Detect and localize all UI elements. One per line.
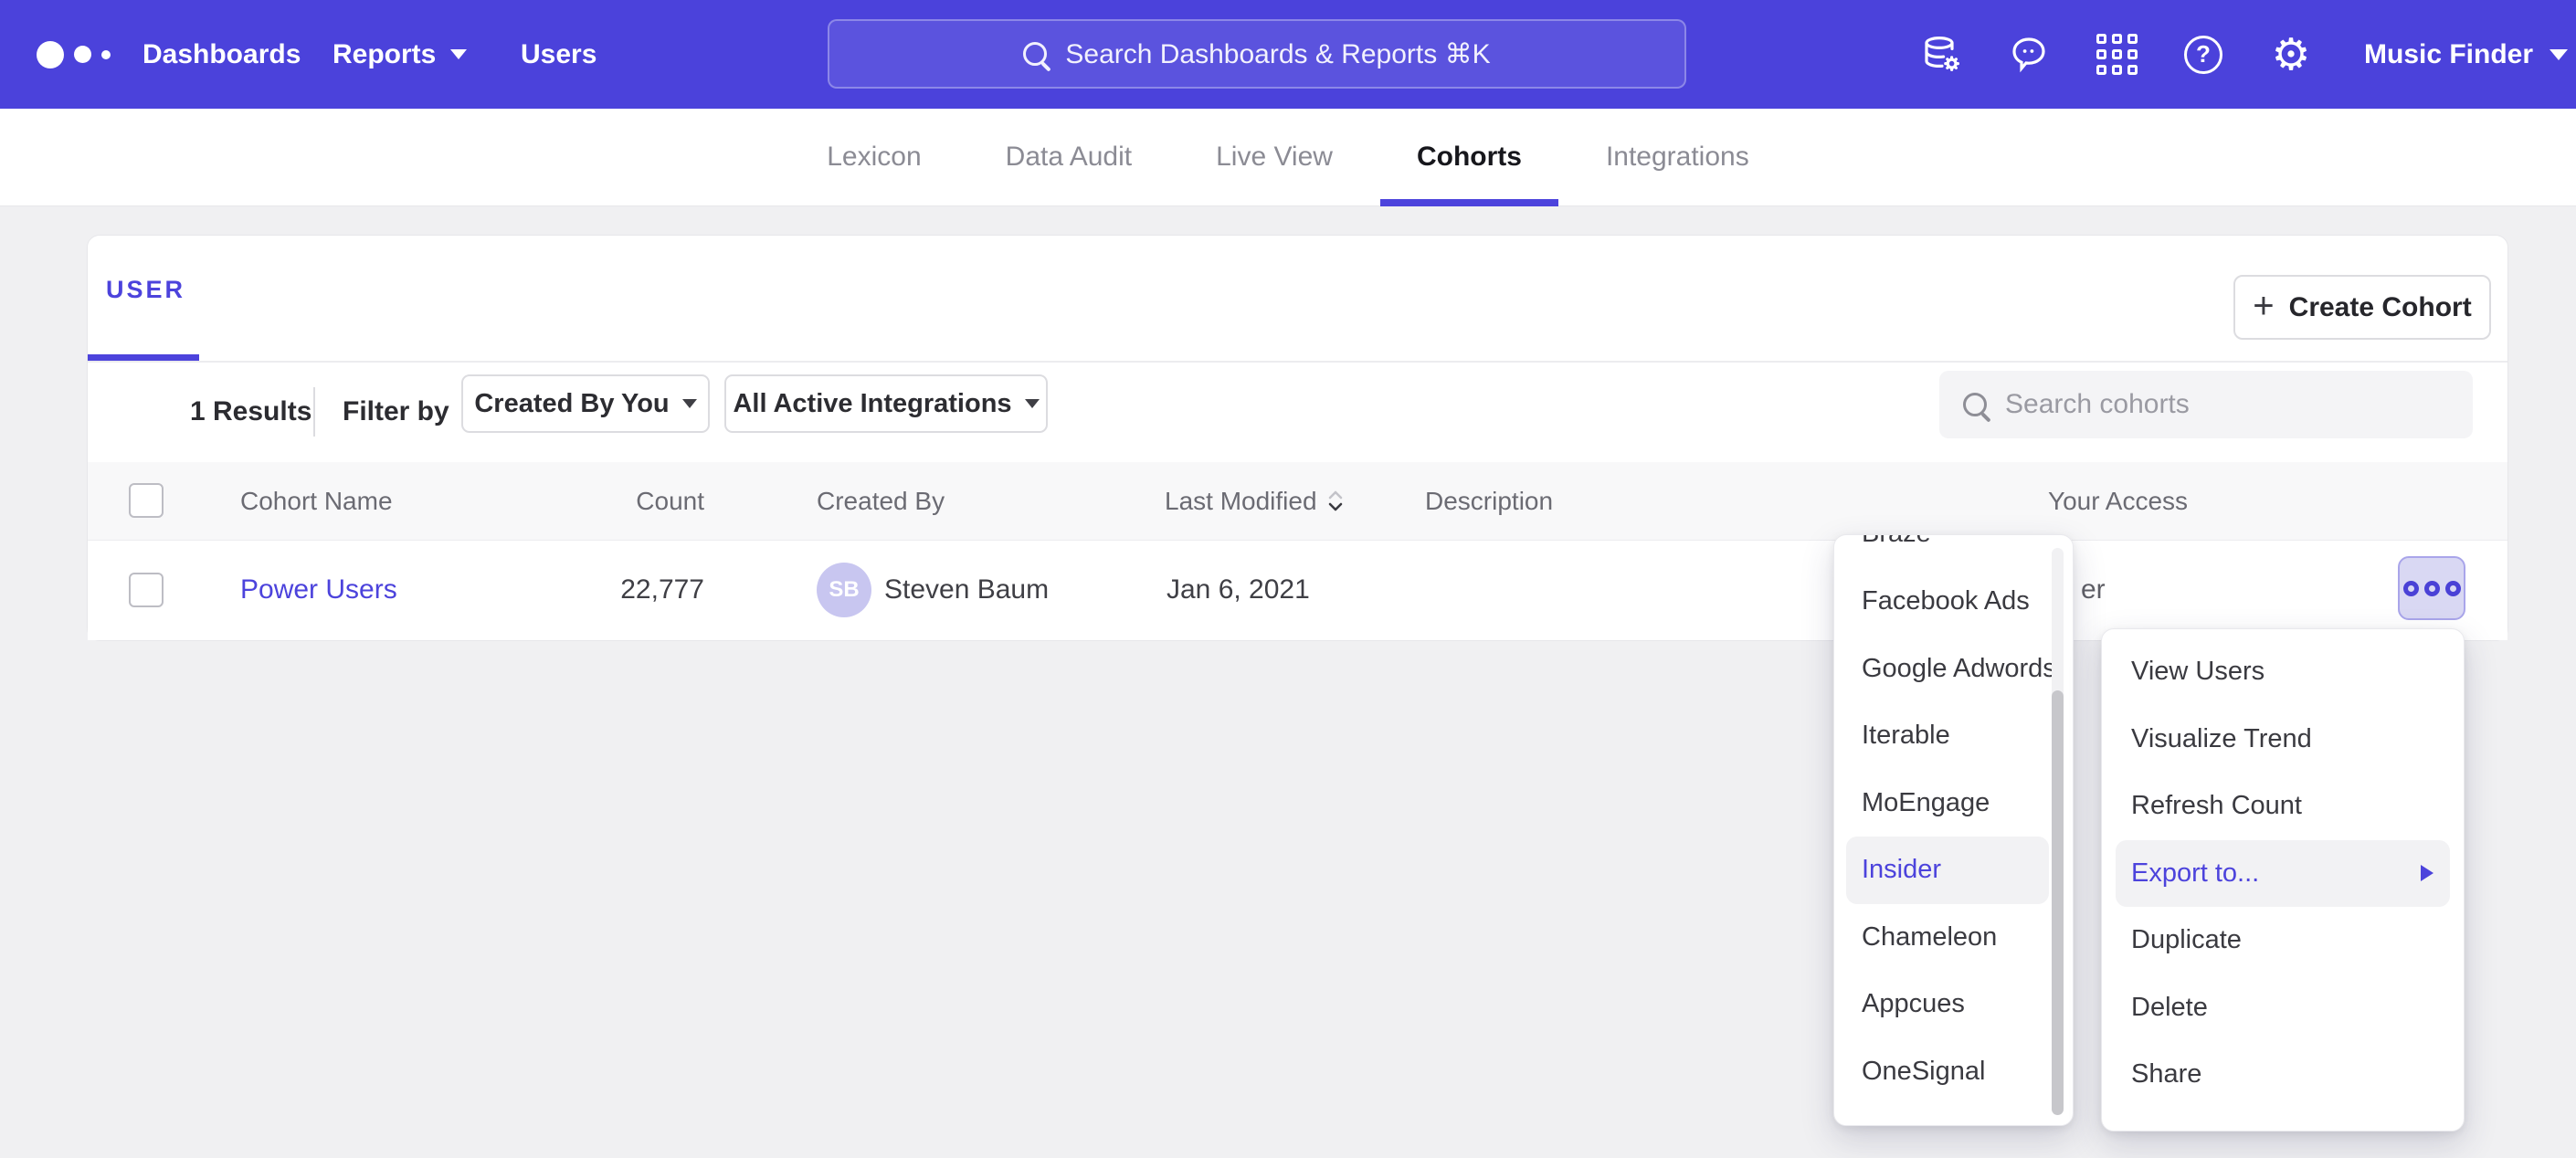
nav-link-dashboards[interactable]: Dashboards bbox=[143, 0, 301, 109]
your-access-value-clipped: er bbox=[2081, 540, 2106, 640]
col-header-count: Count bbox=[544, 462, 704, 540]
menu-item-view-users[interactable]: View Users bbox=[2102, 638, 2464, 706]
cohort-name-link[interactable]: Power Users bbox=[240, 540, 397, 640]
menu-item-duplicate[interactable]: Duplicate bbox=[2102, 907, 2464, 974]
integrations-filter-dropdown[interactable]: All Active Integrations bbox=[724, 374, 1048, 433]
settings-gear-icon[interactable]: ⚙ bbox=[2267, 0, 2315, 109]
export-destinations-menu: Braze Facebook Ads Google Adwords Iterab… bbox=[1833, 534, 2074, 1126]
data-management-icon[interactable] bbox=[1917, 0, 1965, 109]
select-all-checkbox[interactable] bbox=[129, 483, 164, 518]
tab-data-audit[interactable]: Data Audit bbox=[1006, 109, 1132, 206]
submenu-arrow-icon bbox=[2421, 865, 2433, 881]
menu-item-braze-clipped[interactable]: Braze bbox=[1834, 535, 2051, 555]
more-actions-button[interactable] bbox=[2398, 556, 2465, 620]
menu-item-visualize-trend[interactable]: Visualize Trend bbox=[2102, 706, 2464, 774]
cohort-search-input[interactable] bbox=[2005, 389, 2444, 420]
tab-live-view[interactable]: Live View bbox=[1216, 109, 1333, 206]
tab-integrations[interactable]: Integrations bbox=[1606, 109, 1749, 206]
nav-link-label: Reports bbox=[333, 39, 436, 70]
menu-item-refresh-count[interactable]: Refresh Count bbox=[2102, 773, 2464, 840]
nav-link-reports[interactable]: Reports bbox=[333, 0, 467, 109]
menu-scrollbar-thumb[interactable] bbox=[2052, 690, 2064, 1115]
menu-item-appcues[interactable]: Appcues bbox=[1834, 971, 2073, 1038]
menu-item-moengage[interactable]: MoEngage bbox=[1834, 770, 2073, 837]
row-actions-menu: View Users Visualize Trend Refresh Count… bbox=[2101, 628, 2465, 1132]
nav-link-users[interactable]: Users bbox=[521, 0, 596, 109]
row-checkbox[interactable] bbox=[129, 573, 164, 607]
section-tabbar: Lexicon Data Audit Live View Cohorts Int… bbox=[0, 109, 2576, 206]
sort-icon bbox=[1326, 488, 1345, 515]
creator-name: Steven Baum bbox=[884, 540, 1049, 640]
filter-by-label: Filter by bbox=[343, 382, 449, 442]
apps-grid-icon[interactable] bbox=[2093, 0, 2140, 109]
global-search-input[interactable]: Search Dashboards & Reports ⌘K bbox=[828, 19, 1686, 89]
menu-item-chameleon[interactable]: Chameleon bbox=[1834, 904, 2073, 972]
chevron-down-icon bbox=[682, 399, 697, 408]
more-actions-icon bbox=[2403, 581, 2419, 596]
col-header-your-access: Your Access bbox=[2048, 462, 2188, 540]
divider bbox=[88, 361, 2507, 363]
help-icon[interactable]: ? bbox=[2180, 0, 2227, 109]
tab-user-cohorts[interactable]: USER bbox=[106, 276, 185, 304]
cohorts-card: USER + Create Cohort 1 Results Filter by… bbox=[87, 235, 2508, 641]
menu-item-facebook-ads[interactable]: Facebook Ads bbox=[1834, 568, 2073, 636]
create-cohort-button[interactable]: + Create Cohort bbox=[2233, 275, 2491, 340]
feedback-bubble-icon[interactable] bbox=[2005, 0, 2053, 109]
cohort-count: 22,777 bbox=[544, 540, 704, 640]
col-header-description: Description bbox=[1425, 462, 1553, 540]
global-search-placeholder: Search Dashboards & Reports ⌘K bbox=[1065, 38, 1490, 70]
results-count: 1 Results bbox=[190, 382, 311, 442]
created-by-filter-dropdown[interactable]: Created By You bbox=[461, 374, 710, 433]
chevron-down-icon bbox=[450, 49, 467, 59]
nav-link-label: Dashboards bbox=[143, 39, 301, 70]
nav-link-label: Users bbox=[521, 39, 596, 70]
divider bbox=[313, 387, 315, 437]
menu-item-google-adwords[interactable]: Google Adwords bbox=[1834, 636, 2073, 703]
plus-icon: + bbox=[2253, 288, 2274, 324]
top-nav: Dashboards Reports Users Search Dashboar… bbox=[0, 0, 2576, 109]
last-modified-date: Jan 6, 2021 bbox=[1167, 540, 1310, 640]
account-label: Music Finder bbox=[2364, 39, 2533, 70]
active-tab-underline bbox=[1380, 199, 1558, 206]
menu-item-export-to[interactable]: Export to... bbox=[2116, 840, 2450, 908]
col-header-cohort-name: Cohort Name bbox=[240, 462, 393, 540]
col-header-created-by: Created By bbox=[817, 462, 945, 540]
account-menu[interactable]: Music Finder bbox=[2364, 0, 2568, 109]
search-icon bbox=[1023, 42, 1047, 66]
chevron-down-icon bbox=[2550, 49, 2568, 60]
tab-lexicon[interactable]: Lexicon bbox=[827, 109, 921, 206]
cohort-search-box[interactable] bbox=[1939, 371, 2473, 438]
menu-item-onesignal[interactable]: OneSignal bbox=[1834, 1038, 2073, 1106]
tab-cohorts[interactable]: Cohorts bbox=[1417, 109, 1522, 206]
brand-dots-logo-icon[interactable] bbox=[37, 0, 111, 109]
col-header-last-modified[interactable]: Last Modified bbox=[1165, 462, 1345, 540]
menu-item-share[interactable]: Share bbox=[2102, 1041, 2464, 1109]
chevron-down-icon bbox=[1025, 399, 1040, 408]
search-icon bbox=[1963, 393, 1987, 416]
creator-avatar: SB bbox=[817, 563, 871, 617]
menu-item-delete[interactable]: Delete bbox=[2102, 974, 2464, 1042]
menu-item-insider[interactable]: Insider bbox=[1846, 837, 2049, 904]
menu-item-iterable[interactable]: Iterable bbox=[1834, 702, 2073, 770]
